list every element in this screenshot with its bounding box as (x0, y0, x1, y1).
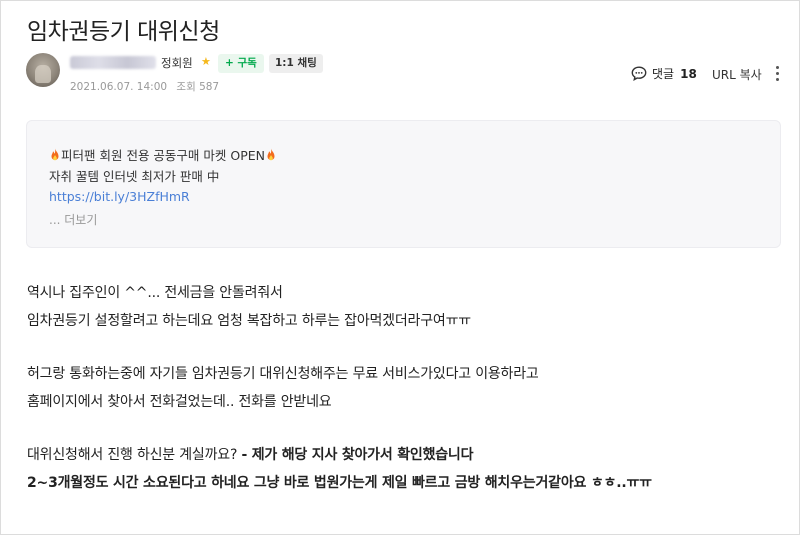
body-paragraph-line: 역시나 집주인이 ^^... 전세금을 안돌려줘서 (27, 285, 283, 301)
author-nickname-blurred[interactable] (70, 56, 156, 69)
url-copy-button[interactable]: URL 복사 (712, 66, 762, 83)
fire-icon (51, 148, 59, 160)
chat-button[interactable]: 1:1 채팅 (269, 54, 323, 73)
body-question-text: 대위신청해서 진행 하신분 계실까요? (27, 447, 242, 463)
post-date: 2021.06.07. 14:00 (70, 81, 168, 93)
author-avatar[interactable] (26, 53, 60, 87)
notice-line1-text: 피터팬 회원 전용 공동구매 마켓 OPEN (61, 148, 265, 163)
author-grade: 정회원 (161, 56, 193, 70)
more-options-icon[interactable] (776, 66, 780, 82)
comments-count: 18 (680, 66, 697, 81)
notice-more-button[interactable]: ... 더보기 (49, 211, 97, 228)
star-icon: ★ (201, 55, 211, 68)
body-answer-text: - 제가 해당 지사 찾아가서 확인했습니다 (241, 447, 474, 463)
body-paragraph-line: 2~3개월정도 시간 소요된다고 하네요 그냥 바로 법원가는게 제일 빠르고 … (27, 475, 652, 491)
fire-icon (267, 148, 275, 160)
comment-icon (631, 66, 647, 81)
post-meta: 2021.06.07. 14:00 조회 587 (70, 79, 225, 94)
subscribe-button[interactable]: + 구독 (218, 54, 264, 73)
notice-headline: 피터팬 회원 전용 공동구매 마켓 OPEN (49, 145, 277, 164)
notice-line2: 자취 꿀템 인터넷 최저가 판매 中 (49, 169, 220, 184)
post-views: 조회 587 (176, 81, 220, 93)
comments-link[interactable]: 댓글 18 (631, 65, 697, 82)
comments-label: 댓글 (652, 67, 675, 81)
body-paragraph-line: 홈페이지에서 찾아서 전화걸었는데.. 전화를 안받네요 (27, 394, 332, 410)
post-title: 임차권등기 대위신청 (27, 19, 220, 45)
body-paragraph-line: 임차권등기 설정할려고 하는데요 엄청 복잡하고 하루는 잡아먹겠더라구여ㅠㅠ (27, 313, 471, 329)
body-paragraph-line: 대위신청해서 진행 하신분 계실까요? - 제가 해당 지사 찾아가서 확인했습… (27, 444, 474, 464)
notice-link[interactable]: https://bit.ly/3HZfHmR (49, 189, 190, 204)
body-paragraph-line: 허그랑 통화하는중에 자기들 임차권등기 대위신청해주는 무료 서비스가있다고 … (27, 366, 539, 382)
notice-box: 피터팬 회원 전용 공동구매 마켓 OPEN 자취 꿀템 인터넷 최저가 판매 … (26, 120, 781, 248)
